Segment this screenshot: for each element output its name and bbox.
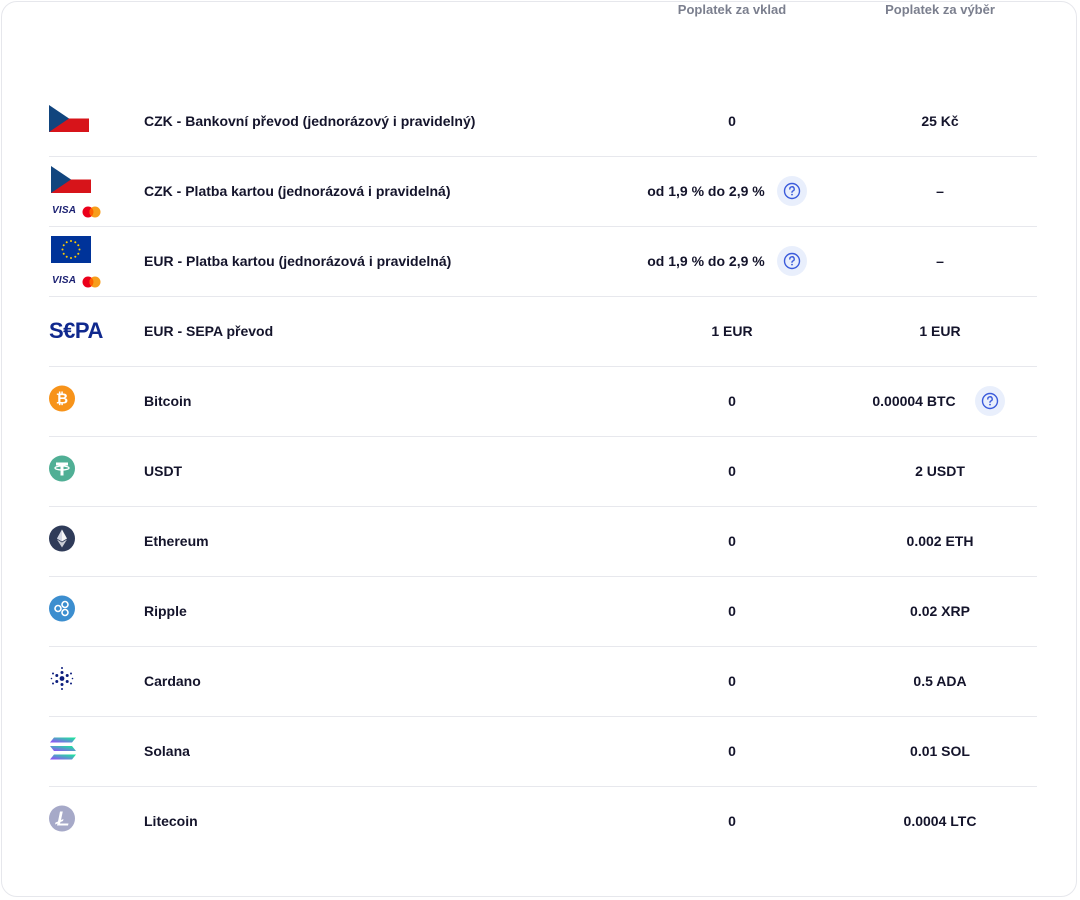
fee-row-czk-bank: CZK - Bankovní převod (jednorázový i pra…	[49, 86, 1037, 157]
info-button[interactable]	[777, 176, 807, 206]
withdrawal-fee-value: 2 USDT	[915, 463, 965, 479]
method-name: Bitcoin	[144, 393, 192, 409]
visa-logo: VISA	[52, 275, 77, 286]
method-name: USDT	[144, 463, 183, 479]
litecoin-icon	[49, 805, 75, 837]
fee-row-ethereum: Ethereum 0 0.002 ETH	[49, 506, 1037, 577]
withdrawal-fee-cell: 0.01 SOL	[840, 716, 1040, 786]
visa-logo: VISA	[52, 205, 77, 216]
withdrawal-fee-value: 0.02 XRP	[910, 603, 970, 619]
deposit-fee-value: od 1,9 % do 2,9 %	[647, 183, 765, 199]
deposit-fee-cell: od 1,9 % do 2,9 %	[632, 156, 832, 226]
deposit-fee-cell: 0	[632, 86, 832, 156]
withdrawal-fee-cell: 0.002 ETH	[840, 506, 1040, 576]
deposit-fee-cell: 1 EUR	[632, 296, 832, 366]
deposit-fee-cell: 0	[632, 716, 832, 786]
svg-text:₿: ₿	[56, 391, 68, 408]
deposit-fee-cell: 0	[632, 506, 832, 576]
czech-flag-icon	[49, 105, 89, 137]
withdrawal-fee-cell: 0.02 XRP	[840, 576, 1040, 646]
deposit-fee-cell: 0	[632, 786, 832, 856]
withdrawal-fee-cell: 0.0004 LTC	[840, 786, 1040, 856]
method-name: Solana	[144, 743, 190, 759]
fee-row-bitcoin: ₿ Bitcoin 0 0.00004 BTC	[49, 366, 1037, 437]
method-name: EUR - Platba kartou (jednorázová i pravi…	[144, 253, 452, 269]
withdrawal-fee-cell: 1 EUR	[840, 296, 1040, 366]
info-button[interactable]	[777, 246, 807, 276]
withdrawal-fee-value: 0.002 ETH	[906, 533, 974, 549]
withdrawal-fee-value: –	[936, 253, 944, 269]
deposit-fee-value: 0	[728, 113, 736, 129]
deposit-fee-value: 0	[728, 743, 736, 759]
method-name: EUR - SEPA převod	[144, 323, 274, 339]
deposit-fee-cell: od 1,9 % do 2,9 %	[632, 226, 832, 296]
withdrawal-fee-header: Poplatek za výběr	[885, 2, 995, 17]
withdrawal-fee-value: 1 EUR	[919, 323, 961, 339]
deposit-fee-value: 0	[728, 813, 736, 829]
ethereum-icon	[49, 525, 75, 557]
tether-icon	[49, 455, 75, 487]
sepa-logo-icon: S€PA	[49, 318, 103, 343]
deposit-fee-value: 0	[728, 463, 736, 479]
fee-row-solana: Solana 0 0.01 SOL	[49, 716, 1037, 787]
withdrawal-fee-cell: 0.5 ADA	[840, 646, 1040, 716]
deposit-fee-cell: 0	[632, 646, 832, 716]
cardano-icon	[49, 666, 75, 697]
fee-row-cardano: Cardano 0 0.5 ADA	[49, 646, 1037, 717]
mastercard-icon	[82, 206, 101, 218]
deposit-fee-value: 0	[728, 393, 736, 409]
deposit-fee-value: 1 EUR	[711, 323, 753, 339]
fee-row-sepa: S€PA EUR - SEPA převod 1 EUR 1 EUR	[49, 296, 1037, 367]
info-button[interactable]	[975, 386, 1005, 416]
deposit-fee-cell: 0	[632, 366, 832, 436]
method-name: Litecoin	[144, 813, 198, 829]
fee-row-usdt: USDT 0 2 USDT	[49, 436, 1037, 507]
fee-row-czk-card: VISA CZK - Platba kartou (jednorázová i …	[49, 156, 1037, 227]
bitcoin-icon: ₿	[49, 385, 75, 417]
withdrawal-fee-cell: 25 Kč	[840, 86, 1040, 156]
question-icon	[981, 392, 999, 410]
withdrawal-fee-value: 0.01 SOL	[910, 743, 970, 759]
deposit-fee-cell: 0	[632, 436, 832, 506]
fees-card: Poplatek za vklad Poplatek za výběr CZK …	[1, 1, 1077, 897]
solana-icon	[49, 737, 77, 765]
eu-flag-card-icon: VISA	[49, 236, 103, 288]
withdrawal-fee-cell: –	[840, 226, 1040, 296]
withdrawal-fee-cell: –	[840, 156, 1040, 226]
method-name: CZK - Platba kartou (jednorázová i pravi…	[144, 183, 451, 199]
fee-row-eur-card: VISA EUR - Platba kartou (jednorázová i …	[49, 226, 1037, 297]
withdrawal-fee-value: –	[936, 183, 944, 199]
method-name: Cardano	[144, 673, 201, 689]
withdrawal-fee-value: 25 Kč	[921, 113, 959, 129]
question-icon	[783, 252, 801, 270]
method-name: CZK - Bankovní převod (jednorázový i pra…	[144, 113, 476, 129]
withdrawal-fee-cell: 2 USDT	[840, 436, 1040, 506]
deposit-fee-value: 0	[728, 603, 736, 619]
mastercard-icon	[82, 276, 101, 288]
fee-row-ripple: Ripple 0 0.02 XRP	[49, 576, 1037, 647]
fee-row-litecoin: Litecoin 0 0.0004 LTC	[49, 786, 1037, 856]
question-icon	[783, 182, 801, 200]
deposit-fee-value: 0	[728, 533, 736, 549]
deposit-fee-value: od 1,9 % do 2,9 %	[647, 253, 765, 269]
withdrawal-fee-cell: 0.00004 BTC	[840, 366, 1040, 436]
deposit-fee-cell: 0	[632, 576, 832, 646]
withdrawal-fee-value: 0.5 ADA	[913, 673, 967, 689]
czech-flag-card-icon: VISA	[49, 166, 103, 218]
deposit-fee-header: Poplatek za vklad	[677, 2, 787, 17]
deposit-fee-value: 0	[728, 673, 736, 689]
withdrawal-fee-value: 0.0004 LTC	[903, 813, 977, 829]
method-name: Ripple	[144, 603, 187, 619]
method-name: Ethereum	[144, 533, 209, 549]
ripple-icon	[49, 595, 75, 627]
